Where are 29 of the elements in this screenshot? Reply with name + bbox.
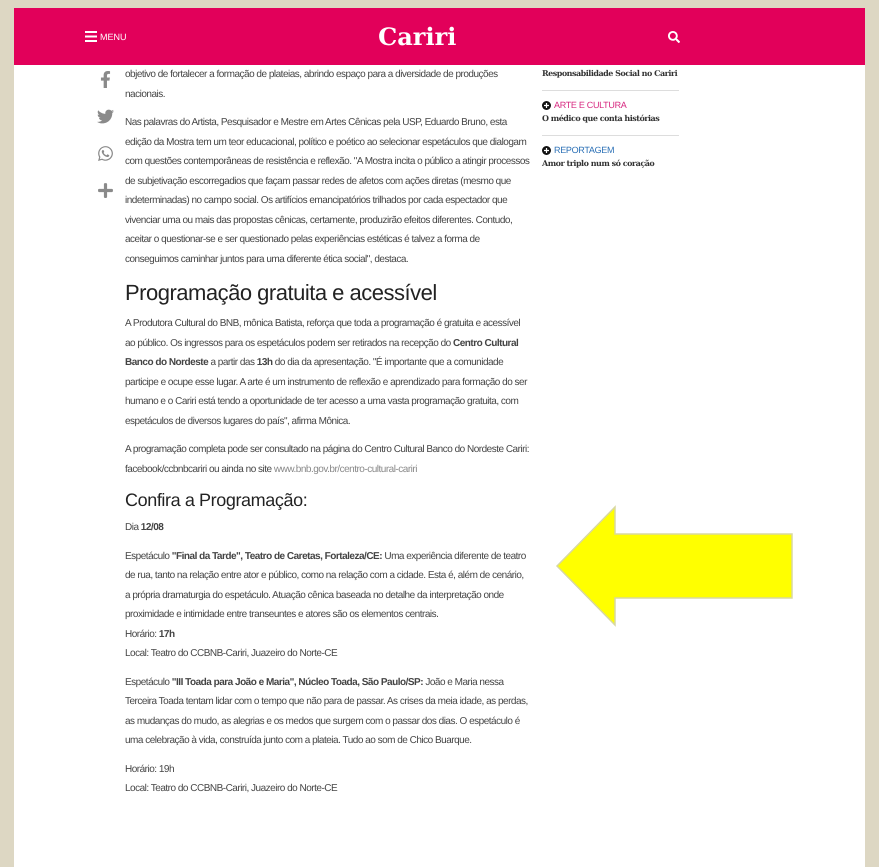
section-heading: Programação gratuita e acessível (125, 279, 438, 307)
category-link[interactable]: REPORTAGEM (554, 145, 614, 155)
section-subheading: Confira a Programação: (125, 489, 308, 512)
twitter-icon[interactable] (96, 108, 114, 125)
menu-button[interactable]: MENU (85, 31, 126, 42)
category-link[interactable]: ARTE E CULTURA (554, 100, 626, 110)
headline-link[interactable]: Responsabilidade Social no Cariri (542, 65, 679, 81)
article-paragraph: Horário: 19h (125, 762, 176, 776)
headline-link[interactable]: O médico que conta histórias (542, 110, 679, 126)
site-link[interactable]: www.bnb.gov.br/centro-cultural-cariri (274, 464, 417, 474)
article-paragraph: Espetáculo "Final da Tarde", Teatro de Caretas, Fortaleza/CE: Uma experiência diferente de teatro de rua, tanto na relação entre ator e público, como na relação com a cidade. Esta é, além de cenário, a própria dramaturgia do espetáculo. Atuação cênica baseada no detalhe da interpretação onde proximidade e intimidade entre transeuntes e atores são os elementos centrais. (125, 550, 527, 622)
article-paragraph: Nas palavras do Artista, Pesquisador e Mestre em Artes Cênicas pela USP, Eduardo Bruno, esta edição da Mostra tem um teor educacional, político e poético ao selecionar espetáculos que dialogam com questões contemporâneas de resistência e reflexão. "A Mostra incita o público a atingir processos de subjetivação escorregadios que façam passar redes de afetos com ações diretas (mesmo que indeterminadas) no campo social. Os artifícios emancipatórios trilhados por cada espectador que vivenciar uma ou mais das propostas cênicas, certamente, produzirão efeitos diferentes. Contudo, aceitar o questionar-se e ser questionado pelas experiências estéticas é talvez a forma de conseguimos caminhar juntos para uma diferente ética social", destaca. (125, 116, 530, 266)
article-paragraph: Espetáculo "III Toada para João e Maria", Núcleo Toada, São Paulo/SP: João e Maria nessa Terceira Toada tentam lidar com o tempo que não para de passar. As crises da meia idade, as perdas, as mudanças do mudo, as alegrias e os medos que surgem com o passar dos dias. O espetáculo é uma celebração à vida, construída junto com a plateia. Tudo ao som de Chico Buarque. (125, 676, 529, 748)
article-paragraph: A programação completa pode ser consultado na página do Centro Cultural Banco do Nordeste Cariri: facebook/ccbnbcariri ou ainda no site www.bnb.gov.br/centro-cultural-cariri (125, 443, 530, 476)
article-paragraph: Dia 12/08 (125, 521, 164, 535)
plus-icon[interactable] (96, 182, 114, 199)
headline-link[interactable]: Amor triplo num só coração (542, 155, 679, 171)
search-icon (668, 30, 680, 42)
site-logo[interactable]: Cariri (378, 22, 456, 51)
article-paragraph: objetivo de fortalecer a formação de plateias, abrindo espaço para a diversidade de produções nacionais. (125, 68, 499, 102)
menu-icon (85, 31, 97, 42)
plus-circle-icon (542, 100, 551, 110)
search-button[interactable] (668, 30, 680, 42)
article-paragraph: A Produtora Cultural do BNB, mônica Batista, reforça que toda a programação é gratuita e acessível ao público. Os ingressos para os espetáculos podem ser retirados na recepção do Centro Cultural Banco do Nordeste a partir das 13h do dia da apresentação. "É importante que a comunidade participe e ocupe esse lugar. A arte é um instrumento de reflexão e aprendizado para formação do ser humano e o Cariri está tendo a oportunidade de ter acesso a uma vasta programação gratuita, com espetáculos de diversos lugares do país", afirma Mônica. (125, 317, 528, 428)
info-line: Horário: 17h (125, 628, 176, 642)
info-line: Local: Teatro do CCBNB-Cariri, Juazeiro do Norte-CE (125, 782, 338, 796)
plus-circle-icon (542, 146, 551, 154)
info-line: Local: Teatro do CCBNB-Cariri, Juazeiro do Norte-CE (125, 647, 338, 661)
whatsapp-icon[interactable] (96, 145, 114, 162)
